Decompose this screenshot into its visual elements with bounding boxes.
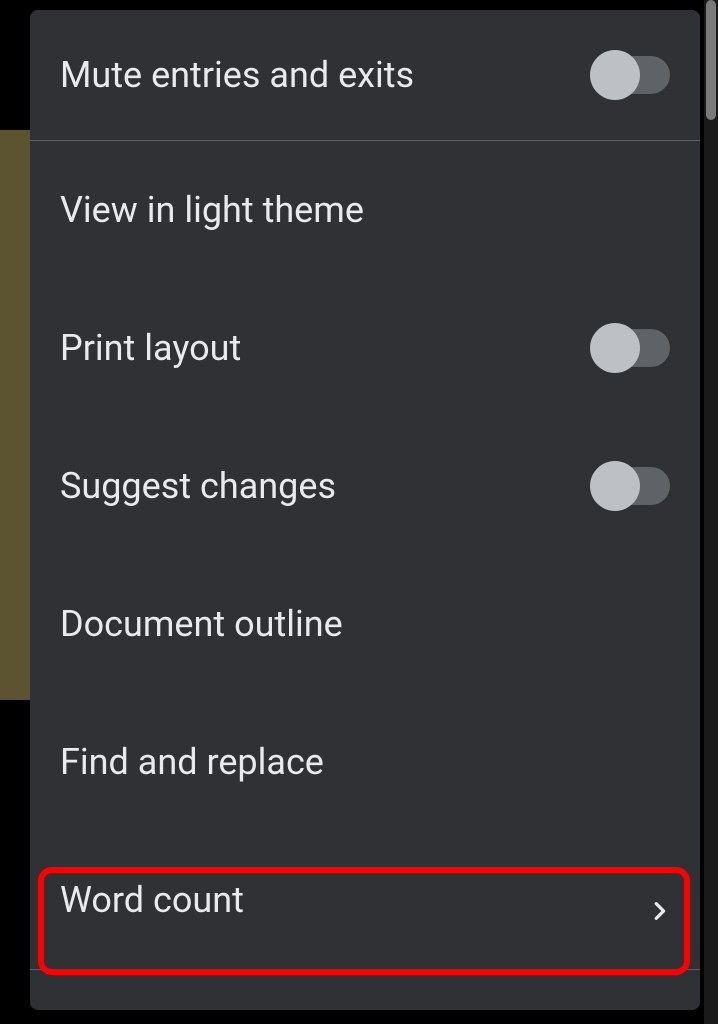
divider [30, 969, 700, 970]
toggle-mute-entries[interactable] [592, 56, 670, 94]
menu-item-find-replace[interactable]: Find and replace [30, 693, 700, 831]
menu-item-label: Suggest changes [60, 465, 592, 507]
toggle-suggest-changes[interactable] [592, 467, 670, 505]
toggle-knob [590, 461, 640, 511]
backdrop-accent [0, 130, 30, 700]
menu-item-label: Mute entries and exits [60, 54, 592, 96]
menu-item-label: View in light theme [60, 189, 670, 231]
menu-item-document-outline[interactable]: Document outline [30, 555, 700, 693]
options-menu-panel: Mute entries and exits View in light the… [30, 10, 700, 1010]
menu-item-suggest-changes[interactable]: Suggest changes [30, 417, 700, 555]
menu-item-label: Document outline [60, 603, 670, 645]
menu-item-label: Word count [60, 879, 648, 921]
chevron-right-icon [648, 889, 670, 911]
menu-item-print-layout[interactable]: Print layout [30, 279, 700, 417]
menu-item-label: Find and replace [60, 741, 670, 783]
toggle-knob [590, 323, 640, 373]
scrollbar-thumb[interactable] [706, 0, 716, 120]
menu-item-word-count[interactable]: Word count [30, 831, 700, 969]
toggle-knob [590, 50, 640, 100]
toggle-print-layout[interactable] [592, 329, 670, 367]
menu-item-mute-entries[interactable]: Mute entries and exits [30, 30, 700, 140]
scrollbar[interactable] [704, 0, 718, 1024]
menu-item-label: Print layout [60, 327, 592, 369]
menu-item-light-theme[interactable]: View in light theme [30, 141, 700, 279]
